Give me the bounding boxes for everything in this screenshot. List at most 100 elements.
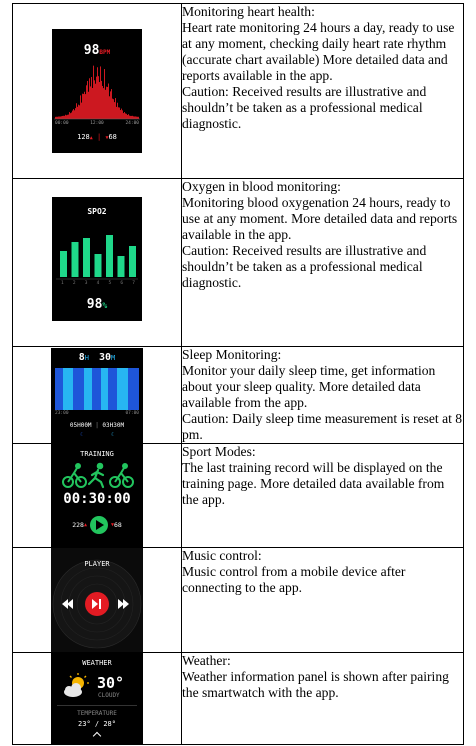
- arrow-up-icon: ▲: [89, 135, 93, 141]
- heart-rate-bar: [124, 112, 125, 119]
- caution-note: Caution: Received results are illustrati…: [182, 84, 427, 131]
- image-cell: WEATHER 30° CLOUDY TEMPERATURE 23° / 28°: [12, 652, 182, 745]
- next-button[interactable]: [118, 599, 132, 609]
- heart-rate-bar: [127, 115, 128, 119]
- image-cell: 8H 30M 23:00 07:00 05H00M | 03H30M ☾ ☾: [12, 346, 182, 444]
- heart-rate-bar: [76, 103, 77, 119]
- arrow-up-icon: ▲: [83, 522, 87, 528]
- heart-rate-bar: [121, 108, 122, 119]
- heart-rate-bar: [112, 98, 113, 119]
- heart-rate-bar: [111, 89, 112, 119]
- spo2-value: 98: [86, 297, 103, 312]
- max-heart-rate: 228: [72, 521, 84, 529]
- heart-rate-bar: [103, 88, 104, 119]
- heart-rate-bar: [118, 107, 119, 119]
- section-description: The last training record will be display…: [182, 460, 445, 507]
- text-cell: Sleep Monitoring: Monitor your daily sle…: [181, 346, 464, 444]
- heart-rate-bar: [73, 109, 74, 119]
- current-temperature: 30°: [97, 674, 125, 692]
- weather-title: WEATHER: [82, 659, 112, 667]
- heart-rate-bar: [74, 110, 75, 119]
- player-screen: PLAYER: [51, 548, 143, 652]
- heart-rate-bar: [94, 80, 95, 119]
- spo2-bar: [71, 242, 79, 277]
- spo2-bar: [83, 238, 90, 277]
- table-row: SPO2 1234567 98% Oxygen in blood monitor…: [12, 178, 464, 347]
- running-icon: [87, 462, 105, 489]
- heart-rate-bar: [122, 110, 123, 119]
- image-cell: TRAINING 00:30:00 228 ▲ ▼ 68: [12, 443, 182, 548]
- heart-rate-bar: [106, 86, 107, 119]
- heart-rate-bar: [86, 85, 87, 119]
- heart-rate-bar: [119, 107, 120, 119]
- table-row: 98BPM 00:00 12:00 24:00 128▲ | ▼68 Monit…: [12, 3, 464, 179]
- heart-rate-bar: [66, 115, 67, 119]
- heart-rate-bar: [58, 116, 59, 119]
- heart-rate-bar: [128, 114, 129, 119]
- chevron-up-icon: [92, 731, 102, 741]
- heart-rate-bar: [63, 115, 64, 119]
- time-label: 23:00: [55, 411, 69, 416]
- heart-rate-bar: [95, 83, 96, 119]
- partly-cloudy-icon: [64, 673, 89, 697]
- low-temperature: 23°: [78, 720, 91, 728]
- heart-rate-bar: [84, 91, 85, 119]
- spo2-bar: [60, 251, 67, 277]
- heart-rate-bar: [93, 65, 94, 119]
- heart-rate-bar: [90, 86, 91, 119]
- section-title: Sleep Monitoring:: [182, 347, 282, 362]
- text-cell: Monitoring heart health: Heart rate moni…: [181, 3, 464, 179]
- heart-rate-bar: [131, 115, 132, 119]
- moon-icon: ☾: [111, 432, 115, 438]
- heart-rate-bar: [134, 116, 135, 119]
- weather-screen: WEATHER 30° CLOUDY TEMPERATURE 23° / 28°: [51, 653, 143, 744]
- heart-rate-bar: [68, 114, 69, 119]
- caution-note: Caution: Daily sleep time measurement is…: [182, 411, 463, 442]
- heart-rate-bar: [125, 113, 126, 119]
- heart-rate-bar: [87, 80, 88, 119]
- time-label: 12:00: [90, 121, 104, 126]
- heart-rate-bar: [69, 112, 70, 119]
- heart-rate-bar: [62, 115, 63, 119]
- play-button[interactable]: [89, 516, 108, 534]
- section-description: Heart rate monitoring 24 hours a day, re…: [182, 20, 455, 83]
- spo2-bar: [117, 256, 125, 277]
- heart-rate-bar: [80, 95, 81, 119]
- heart-rate-bar: [114, 102, 115, 119]
- temperature-label: TEMPERATURE: [77, 710, 117, 717]
- heart-rate-bar: [89, 78, 90, 119]
- table-row: 8H 30M 23:00 07:00 05H00M | 03H30M ☾ ☾ S…: [12, 346, 464, 444]
- heart-rate-bar: [102, 85, 103, 119]
- sleep-screen: 8H 30M 23:00 07:00 05H00M | 03H30M ☾ ☾: [51, 348, 143, 443]
- section-description: Weather information panel is shown after…: [182, 669, 449, 700]
- heart-rate-bar: [65, 114, 66, 119]
- heart-rate-bar: [133, 116, 134, 119]
- spo2-bar: [129, 246, 136, 277]
- heart-rate-bar: [107, 86, 108, 119]
- image-cell: 98BPM 00:00 12:00 24:00 128▲ | ▼68: [12, 3, 182, 179]
- previous-button[interactable]: [62, 599, 76, 609]
- heart-rate-bar: [138, 116, 139, 119]
- heart-rate-bar: [123, 113, 124, 119]
- heart-rate-bar: [60, 116, 61, 119]
- heart-rate-bar: [99, 82, 100, 119]
- heart-rate-bar: [116, 106, 117, 119]
- heart-rate-bar: [77, 106, 78, 119]
- heart-rate-bar: [83, 93, 84, 119]
- caution-note: Caution: Received results are illustrati…: [182, 243, 427, 290]
- heart-rate-bar: [137, 116, 138, 119]
- table-row: PLAYER Music control: Music control from…: [12, 547, 464, 653]
- play-pause-button[interactable]: [85, 592, 109, 616]
- section-description: Monitor your daily sleep time, get infor…: [182, 363, 436, 410]
- heart-rate-bar: [88, 91, 89, 119]
- heart-rate-bar: [109, 96, 110, 119]
- divider: [57, 705, 137, 706]
- deep-sleep-time: 05H00M: [69, 422, 92, 429]
- time-label: 24:00: [125, 121, 139, 126]
- heart-rate-screen: 98BPM 00:00 12:00 24:00 128▲ | ▼68: [52, 29, 142, 153]
- table-row: WEATHER 30° CLOUDY TEMPERATURE 23° / 28°…: [12, 652, 464, 745]
- heart-rate-bar: [101, 80, 102, 119]
- play-icon: [95, 520, 104, 530]
- heart-rate-bar: [117, 102, 118, 119]
- section-title: Music control:: [182, 548, 262, 563]
